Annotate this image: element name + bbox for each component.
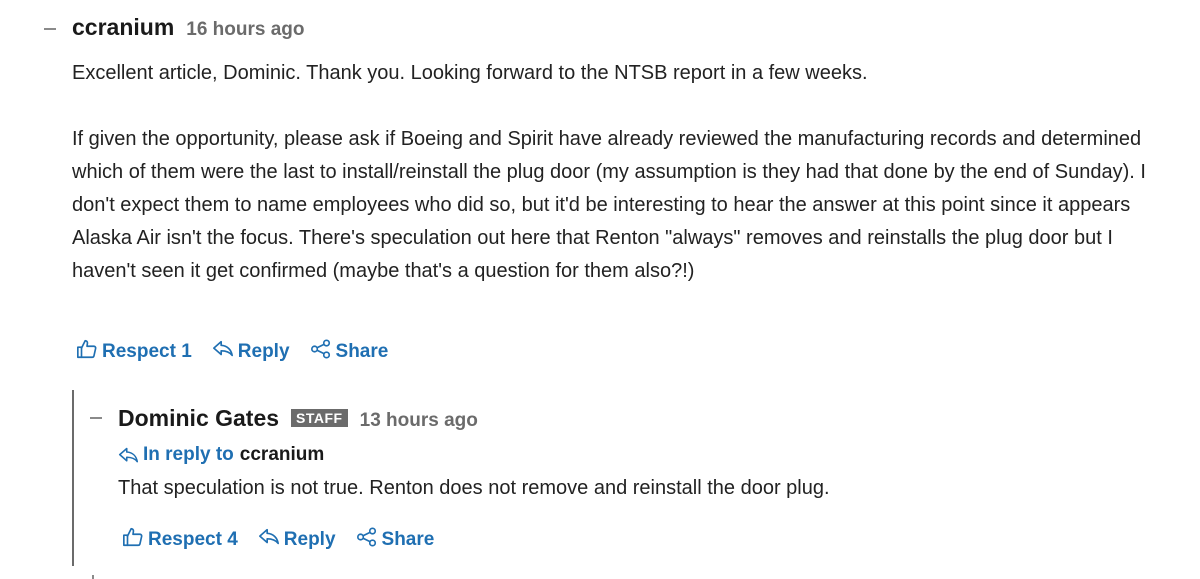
comment-paragraph: If given the opportunity, please ask if … — [72, 128, 1146, 282]
comment-timestamp[interactable]: 16 hours ago — [186, 19, 304, 41]
share-icon — [356, 526, 382, 554]
share-icon — [310, 338, 336, 366]
comment-actions: Respect 1 Reply Share — [76, 338, 408, 366]
comment-header: ccranium 16 hours ago — [72, 14, 305, 41]
reply-arrow-icon — [258, 526, 284, 554]
reply-label: Reply — [237, 341, 290, 362]
respect-button[interactable]: Respect 1 — [76, 338, 192, 366]
reply-arrow-icon — [212, 338, 238, 366]
share-label: Share — [381, 529, 435, 550]
reply-author[interactable]: Dominic Gates — [118, 405, 279, 432]
in-reply-to[interactable]: In reply to ccranium — [118, 444, 324, 466]
thumbs-up-icon — [76, 338, 102, 366]
reply-thread-line — [72, 390, 74, 566]
next-thread-marker — [92, 575, 94, 579]
respect-label: Respect 1 — [102, 341, 192, 362]
share-button[interactable]: Share — [310, 338, 389, 366]
reply-timestamp[interactable]: 13 hours ago — [360, 410, 478, 432]
reply-body: That speculation is not true. Renton doe… — [118, 472, 1178, 505]
reply-arrow-icon — [118, 445, 139, 466]
thumbs-up-icon — [122, 526, 148, 554]
collapse-thread-toggle[interactable] — [90, 417, 102, 419]
reply-button[interactable]: Reply — [258, 526, 336, 554]
share-label: Share — [335, 341, 389, 362]
reply-label: Reply — [283, 529, 336, 550]
comment-paragraph: Excellent article, Dominic. Thank you. L… — [72, 62, 868, 84]
collapse-thread-toggle[interactable] — [44, 28, 56, 30]
comment-author[interactable]: ccranium — [72, 14, 174, 41]
reply-button[interactable]: Reply — [212, 338, 290, 366]
comments-section: ccranium 16 hours ago Excellent article,… — [0, 0, 1200, 579]
in-reply-label: In reply to — [143, 444, 234, 465]
comment-body: Excellent article, Dominic. Thank you. L… — [72, 57, 1182, 288]
staff-badge: STAFF — [291, 409, 348, 427]
share-button[interactable]: Share — [356, 526, 435, 554]
reply-text: That speculation is not true. Renton doe… — [118, 477, 830, 499]
respect-label: Respect 4 — [148, 529, 238, 550]
reply-actions: Respect 4 Reply Share — [122, 526, 454, 554]
reply-header: Dominic Gates STAFF 13 hours ago — [118, 405, 478, 432]
in-reply-target[interactable]: ccranium — [240, 444, 324, 466]
respect-button[interactable]: Respect 4 — [122, 526, 238, 554]
